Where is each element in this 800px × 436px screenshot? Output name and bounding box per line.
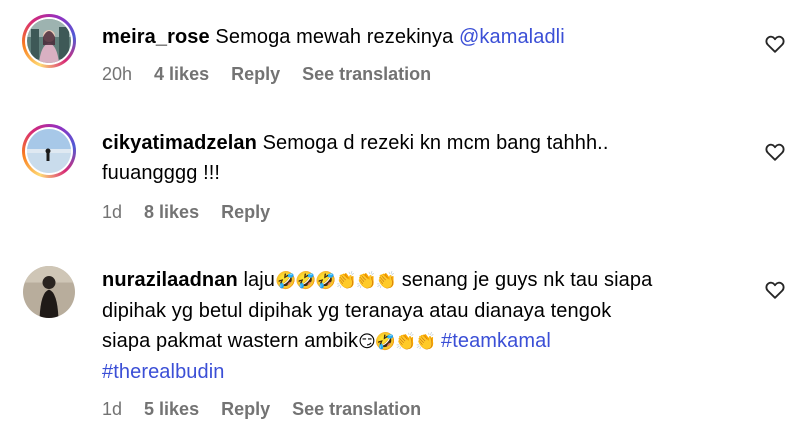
emoji-sequence: 🤣🤣🤣👏👏👏: [275, 271, 397, 291]
comment-text: siapa pakmat wastern ambik: [102, 330, 359, 352]
avatar-image: [23, 266, 75, 318]
comment-text: fuuangggg !!!: [102, 162, 221, 184]
comment-meta: 1d 5 likes Reply See translation: [102, 399, 421, 420]
story-ring[interactable]: [22, 124, 76, 178]
see-translation-button[interactable]: See translation: [302, 64, 431, 85]
comment-username[interactable]: cikyatimadzelan: [102, 132, 257, 154]
likes-count[interactable]: 5 likes: [144, 399, 199, 420]
reply-button[interactable]: Reply: [221, 399, 270, 420]
comment-meta: 20h 4 likes Reply See translation: [102, 64, 431, 85]
comment-timestamp: 1d: [102, 399, 123, 419]
avatar-frame: [25, 127, 73, 175]
comment-line: cikyatimadzelan Semoga d rezeki kn mcm b…: [102, 128, 742, 158]
likes-count[interactable]: 4 likes: [154, 64, 209, 85]
avatar: [27, 19, 71, 63]
likes-count[interactable]: 8 likes: [144, 202, 199, 223]
reply-button[interactable]: Reply: [221, 202, 270, 223]
comment-text: laju: [243, 269, 275, 291]
comment-line: nurazilaadnan laju🤣🤣🤣👏👏👏 senang je guys …: [102, 265, 742, 296]
heart-outline-icon[interactable]: [764, 279, 786, 301]
comment-body: cikyatimadzelan Semoga d rezeki kn mcm b…: [102, 128, 742, 188]
avatar[interactable]: [23, 266, 75, 318]
hashtag-link[interactable]: #therealbudin: [102, 361, 225, 383]
comment-timestamp: 20h: [102, 64, 133, 84]
story-ring[interactable]: [22, 14, 76, 68]
comment-body: meira_rose Semoga mewah rezekinya @kamal…: [102, 22, 742, 52]
comment-username[interactable]: nurazilaadnan: [102, 269, 238, 291]
comment-timestamp: 1d: [102, 202, 123, 222]
comment-text: dipihak yg betul dipihak yg teranaya ata…: [102, 300, 612, 322]
see-translation-button[interactable]: See translation: [292, 399, 421, 420]
comment-text: Semoga d rezeki kn mcm bang tahhh..: [262, 132, 609, 154]
comment-meta: 1d 8 likes Reply: [102, 202, 270, 223]
avatar: [27, 129, 71, 173]
reply-button[interactable]: Reply: [231, 64, 280, 85]
heart-outline-icon[interactable]: [764, 141, 786, 163]
comment-text: Semoga mewah rezekinya: [215, 26, 454, 48]
mention-link[interactable]: @kamaladli: [459, 26, 565, 48]
comment-line: #therealbudin: [102, 357, 742, 387]
comment-body: nurazilaadnan laju🤣🤣🤣👏👏👏 senang je guys …: [102, 265, 742, 387]
hashtag-link[interactable]: #teamkamal: [441, 330, 551, 352]
heart-outline-icon[interactable]: [764, 33, 786, 55]
comment-username[interactable]: meira_rose: [102, 26, 210, 48]
comment-line: siapa pakmat wastern ambik😏🤣👏👏 #teamkama…: [102, 326, 742, 357]
comment-text: senang je guys nk tau siapa: [401, 269, 653, 291]
avatar-frame: [25, 17, 73, 65]
emoji-sequence: 😏🤣👏👏: [358, 332, 436, 352]
